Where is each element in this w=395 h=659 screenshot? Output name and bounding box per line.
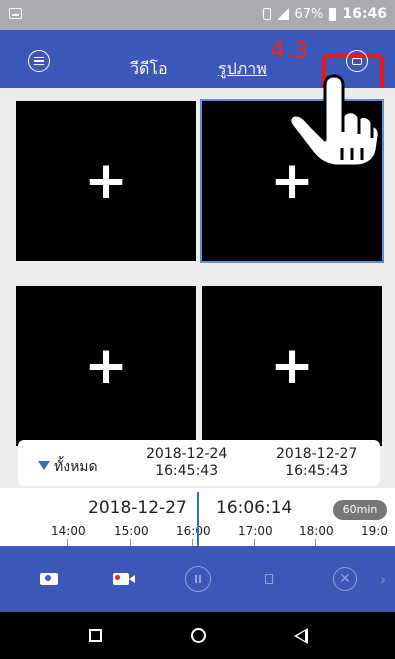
- filter-dropdown[interactable]: ทั้งหมด: [38, 456, 98, 478]
- record-icon[interactable]: [110, 568, 135, 590]
- battery-percent: 67%: [294, 6, 324, 22]
- filter-label: ทั้งหมด: [54, 459, 98, 475]
- step-annotation: 4.3: [270, 36, 309, 64]
- tick-label: 14:00: [51, 524, 86, 538]
- video-tile[interactable]: +: [202, 286, 382, 446]
- end-date: 2018-12-27: [276, 446, 358, 462]
- android-nav-bar: [0, 612, 395, 659]
- add-icon: +: [270, 336, 314, 396]
- timeline-cursor[interactable]: [197, 492, 199, 546]
- vibrate-icon: [262, 8, 271, 20]
- tick-label: 15:00: [114, 524, 149, 538]
- tick-mark: [192, 539, 193, 546]
- status-bar: 67% 16:46: [0, 0, 395, 30]
- add-icon: +: [84, 336, 128, 396]
- tick-label: 16:00: [176, 524, 211, 538]
- tick-label: 18:00: [299, 524, 334, 538]
- back-icon[interactable]: [294, 628, 308, 644]
- close-icon[interactable]: ✕: [333, 567, 357, 591]
- start-date: 2018-12-24: [146, 446, 228, 462]
- more-arrow-icon[interactable]: ›: [372, 568, 394, 590]
- tick-mark: [67, 539, 68, 546]
- recent-apps-icon[interactable]: [89, 629, 102, 642]
- home-icon[interactable]: [191, 628, 206, 643]
- menu-list-icon[interactable]: [28, 50, 50, 72]
- tick-mark: [130, 539, 131, 546]
- battery-icon: [329, 7, 337, 21]
- tick-mark: [254, 539, 255, 546]
- zoom-badge[interactable]: 60min: [333, 500, 387, 520]
- camera-icon[interactable]: [38, 568, 60, 590]
- triangle-down-icon: [38, 461, 50, 470]
- add-icon: +: [84, 151, 128, 211]
- tab-photo[interactable]: รูปภาพ: [218, 57, 267, 82]
- pause-icon[interactable]: [185, 566, 211, 592]
- start-datetime[interactable]: 2018-12-24 16:45:43: [146, 446, 227, 480]
- timeline-time: 16:06:14: [216, 498, 293, 518]
- end-time: 16:45:43: [285, 463, 349, 479]
- camera-switch-icon[interactable]: [346, 50, 368, 72]
- date-filter-bar: ทั้งหมด 2018-12-24 16:45:43 2018-12-27 1…: [18, 440, 380, 486]
- tick-label: 19:0: [361, 524, 388, 538]
- video-tile[interactable]: +: [16, 286, 196, 446]
- end-datetime[interactable]: 2018-12-27 16:45:43: [276, 446, 357, 480]
- pointing-hand-icon: [288, 74, 381, 168]
- tab-video[interactable]: วีดีโอ: [120, 57, 178, 91]
- tick-label: 17:00: [238, 524, 273, 538]
- start-time: 16:45:43: [155, 463, 219, 479]
- clock: 16:46: [342, 6, 387, 22]
- status-icons: 67% 16:46: [262, 6, 387, 22]
- timeline-date: 2018-12-27: [88, 498, 187, 518]
- speaker-icon[interactable]: [258, 568, 280, 590]
- tick-mark: [315, 539, 316, 546]
- playback-timeline[interactable]: 2018-12-27 16:06:14 60min 14:00 15:00 16…: [0, 488, 395, 546]
- video-tile[interactable]: +: [16, 101, 196, 261]
- playback-toolbar: ✕ ›: [0, 546, 395, 612]
- signal-icon: [276, 8, 289, 20]
- screen-icon: [9, 8, 22, 19]
